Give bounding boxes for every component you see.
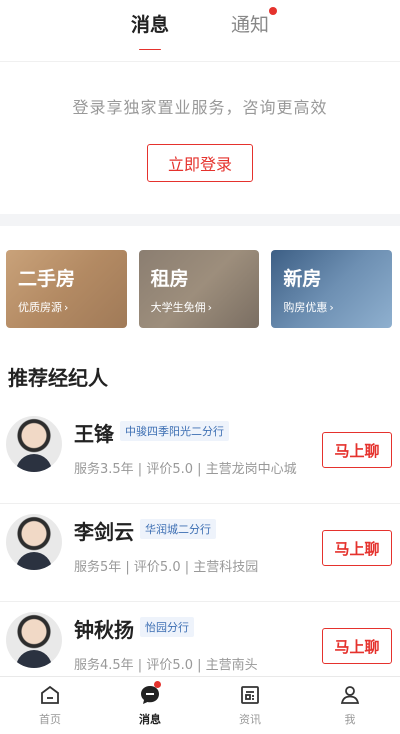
chevron-right-icon: › bbox=[64, 300, 69, 314]
section-divider bbox=[0, 214, 400, 226]
chevron-right-icon: › bbox=[329, 300, 334, 314]
nav-profile-label: 我 bbox=[344, 713, 356, 726]
top-tabs: 消息 通知 bbox=[0, 0, 400, 62]
agent-branch-badge: 中骏四季阳光二分行 bbox=[120, 421, 229, 441]
home-icon bbox=[41, 685, 59, 704]
avatar bbox=[6, 612, 62, 668]
card-title: 二手房 bbox=[18, 268, 76, 290]
card-subtitle: 优质房源 › bbox=[18, 300, 69, 315]
agent-card[interactable]: 李剑云 华润城二分行 服务5年 | 评价5.0 | 主营科技园 马上聊 bbox=[0, 504, 400, 602]
agent-branch-badge: 华润城二分行 bbox=[140, 519, 216, 539]
notification-dot bbox=[269, 7, 278, 15]
nav-news-label: 资讯 bbox=[239, 713, 261, 726]
tab-notifications-label: 通知 bbox=[231, 14, 270, 36]
login-tip: 登录享独家置业服务，咨询更高效 bbox=[72, 98, 328, 117]
card-new-home[interactable]: 新房 购房优惠 › bbox=[271, 250, 393, 328]
avatar bbox=[6, 514, 62, 570]
chevron-right-icon: › bbox=[207, 300, 213, 314]
chat-button[interactable]: 马上聊 bbox=[322, 628, 392, 664]
card-second-hand[interactable]: 二手房 优质房源 › bbox=[6, 250, 127, 328]
card-title: 新房 bbox=[283, 268, 322, 290]
agent-meta: 服务5年 | 评价5.0 | 主营科技园 bbox=[74, 560, 259, 575]
card-subtitle: 购房优惠 › bbox=[283, 300, 334, 315]
nav-messages-label: 消息 bbox=[139, 713, 161, 726]
nav-messages[interactable]: 消息 bbox=[100, 677, 200, 734]
message-dot bbox=[154, 681, 161, 688]
avatar bbox=[6, 416, 62, 472]
chat-button[interactable]: 马上聊 bbox=[322, 530, 392, 566]
nav-home[interactable]: 首页 bbox=[0, 677, 100, 734]
agent-name: 王锋 bbox=[74, 422, 114, 446]
active-tab-indicator bbox=[138, 49, 161, 50]
card-title: 租房 bbox=[150, 268, 189, 290]
card-rent[interactable]: 租房 大学生免佣 › bbox=[138, 250, 260, 328]
agent-meta: 服务4.5年 | 评价5.0 | 主营南头 bbox=[74, 658, 258, 673]
login-button[interactable]: 立即登录 bbox=[147, 144, 253, 182]
agent-meta: 服务3.5年 | 评价5.0 | 主营龙岗中心城 bbox=[74, 462, 297, 477]
chat-button[interactable]: 马上聊 bbox=[322, 432, 392, 468]
card-subtitle: 大学生免佣 › bbox=[150, 300, 213, 315]
category-cards: 二手房 优质房源 › 租房 大学生免佣 › 新房 购房优惠 › bbox=[0, 226, 400, 328]
profile-icon bbox=[340, 686, 360, 704]
nav-profile[interactable]: 我 bbox=[300, 677, 400, 734]
nav-news[interactable]: 资讯 bbox=[200, 677, 300, 734]
tab-messages-label: 消息 bbox=[130, 14, 169, 36]
agent-branch-badge: 怡园分行 bbox=[140, 617, 194, 637]
section-title: 推荐经纪人 bbox=[8, 366, 108, 390]
agent-name: 李剑云 bbox=[74, 520, 134, 544]
agent-card[interactable]: 王锋 中骏四季阳光二分行 服务3.5年 | 评价5.0 | 主营龙岗中心城 马上… bbox=[0, 406, 400, 504]
login-prompt: 登录享独家置业服务，咨询更高效 立即登录 bbox=[0, 62, 400, 214]
agent-name: 钟秋扬 bbox=[74, 618, 134, 642]
news-icon bbox=[241, 686, 259, 704]
nav-home-label: 首页 bbox=[39, 713, 61, 726]
tab-notifications[interactable]: 通知 bbox=[231, 7, 278, 50]
bottom-nav: 首页 消息 资讯 我 bbox=[0, 676, 400, 734]
tab-messages[interactable]: 消息 bbox=[131, 10, 169, 50]
agent-list: 王锋 中骏四季阳光二分行 服务3.5年 | 评价5.0 | 主营龙岗中心城 马上… bbox=[0, 406, 400, 700]
